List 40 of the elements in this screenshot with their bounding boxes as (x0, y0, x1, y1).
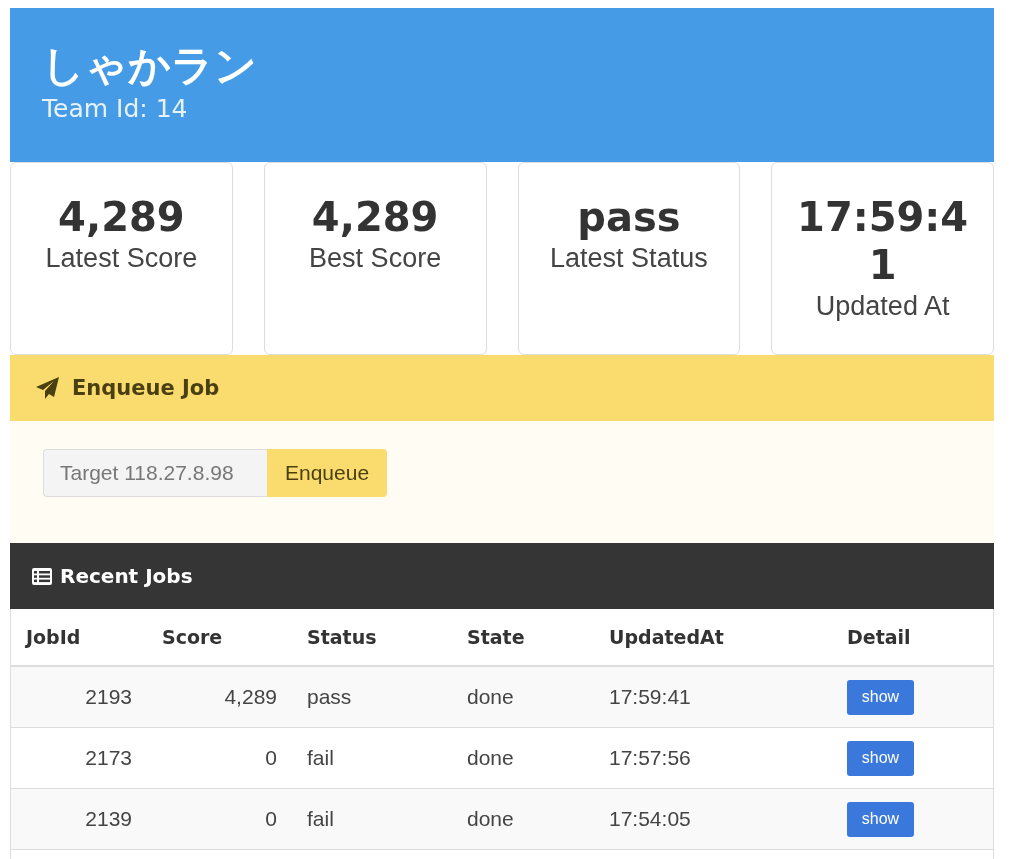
column-header: Status (306, 626, 378, 648)
table-cell-text: 17:59:41 (608, 685, 692, 709)
stat-value: 4,289 (57, 193, 186, 241)
recent-jobs-title: Recent Jobs (60, 564, 193, 588)
table-cell-text: 0 (264, 807, 278, 831)
table-cell-text: 4,289 (223, 685, 278, 709)
target-field[interactable]: Target 118.27.8.98 (43, 449, 267, 497)
table-cell-text: 2173 (84, 746, 133, 770)
enqueue-button[interactable]: Enqueue (267, 449, 388, 497)
show-button[interactable]: show (847, 679, 914, 715)
stat-label: Updated At (815, 291, 950, 322)
team-name: しゃかラン (42, 40, 257, 92)
column-header: Detail (846, 626, 912, 648)
table-cell-text: 2193 (84, 685, 133, 709)
show-button[interactable]: show (847, 801, 914, 837)
team-id: Team Id: 14 (42, 94, 188, 123)
column-header: Score (161, 626, 224, 648)
table-cell-text: 17:57:56 (608, 746, 692, 770)
list-icon (32, 567, 52, 585)
table-cell-text: 2139 (84, 807, 133, 831)
table-cell-text: 17:54:05 (608, 807, 692, 831)
stat-label: Latest Status (550, 243, 708, 274)
table-cell-text: done (466, 685, 515, 709)
stat-value: pass (576, 193, 682, 241)
stat-value: 17:59:41 (796, 193, 970, 289)
stat-value: 4,289 (310, 193, 440, 241)
column-header: UpdatedAt (608, 626, 725, 648)
enqueue-job-title: Enqueue Job (72, 376, 220, 400)
table-cell-text: done (466, 746, 515, 770)
stat-label: Best Score (309, 243, 442, 274)
table-cell-text: fail (306, 746, 335, 770)
column-header: State (466, 626, 526, 648)
show-button[interactable]: show (847, 740, 914, 776)
table-cell-text: 0 (264, 746, 278, 770)
paper-plane-icon (36, 377, 60, 399)
table-cell-text: pass (306, 685, 353, 709)
table-cell-text: fail (306, 807, 335, 831)
table-cell-text: done (466, 807, 515, 831)
stat-label: Latest Score (45, 243, 198, 274)
column-header: JobId (24, 626, 82, 648)
